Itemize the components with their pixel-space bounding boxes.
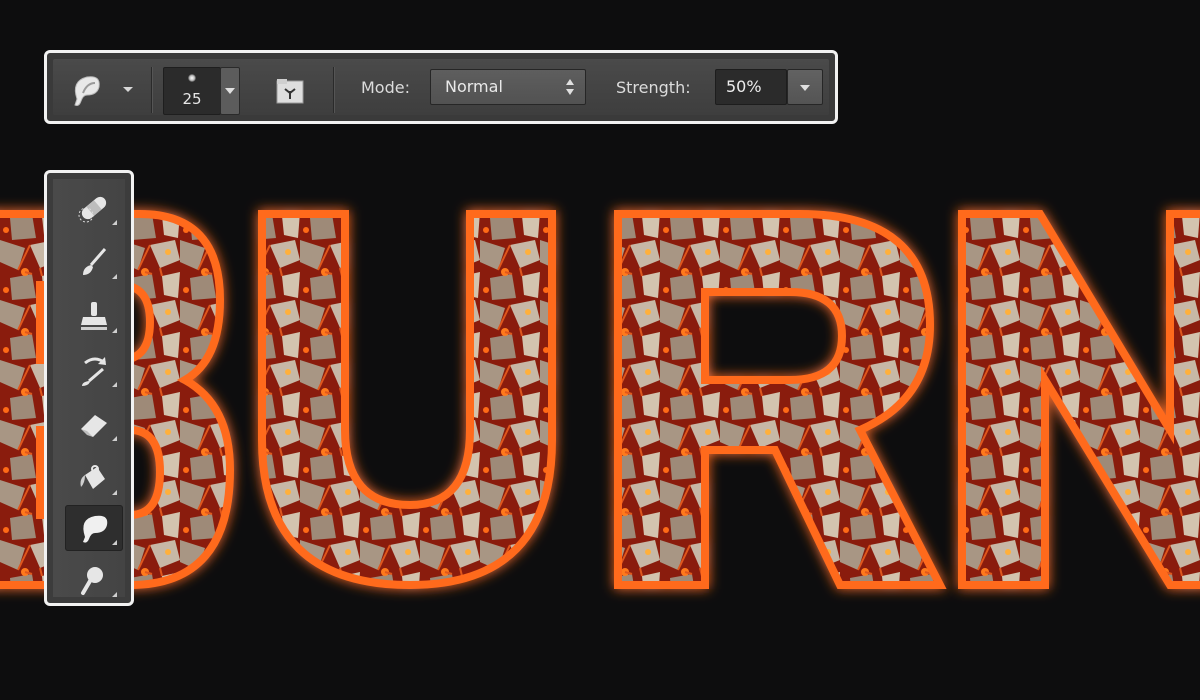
eraser-icon [81,415,107,437]
tool-eraser[interactable] [65,401,123,447]
tool-paint-bucket[interactable] [65,455,123,501]
brush-preset-picker[interactable]: 25 [163,67,221,115]
strength-input-value: 50% [726,77,762,96]
mode-select-value: Normal [445,77,503,96]
tools-panel-body [53,179,125,597]
letter-r [614,210,947,589]
tool-preset-smudge-icon[interactable] [67,71,107,109]
tool-smudge[interactable] [65,505,123,551]
bandage-icon [78,196,107,223]
history-brush-icon [82,357,106,386]
separator [333,67,334,113]
toggle-brush-panel-icon[interactable] [275,77,305,105]
tools-panel [44,170,134,606]
tool-dodge[interactable] [65,557,123,603]
flyout-indicator-icon [112,274,117,279]
mode-select[interactable]: Normal [430,69,586,105]
tool-clone-stamp[interactable] [65,293,123,339]
stamp-icon [81,302,107,330]
brush-tip-icon [188,74,196,82]
brush-preset-dropdown-button[interactable] [220,67,240,115]
strength-label: Strength: [616,78,691,97]
tool-history-brush[interactable] [65,347,123,393]
mode-label: Mode: [361,78,410,97]
strength-input[interactable]: 50% [715,69,787,105]
brush-icon [83,248,107,275]
tool-spot-healing-brush[interactable] [65,185,123,231]
bucket-icon [80,465,105,489]
letter-n [958,210,1200,589]
flyout-indicator-icon [112,382,117,387]
letter-u [258,210,556,590]
select-updown-icon [566,79,574,95]
strength-slider-button[interactable] [787,69,823,105]
flyout-indicator-icon [112,220,117,225]
options-bar-body: 25 Mode: Normal Strength: 50% [53,59,829,115]
brush-size-value: 25 [182,90,202,108]
flyout-indicator-icon [112,328,117,333]
flyout-indicator-icon [112,490,117,495]
separator [151,67,152,113]
flyout-indicator-icon [112,436,117,441]
dodge-icon [81,567,103,595]
tool-options-bar: 25 Mode: Normal Strength: 50% [44,50,838,124]
flyout-indicator-icon [112,592,117,597]
flyout-indicator-icon [112,540,117,545]
smudge-icon [83,515,108,543]
tool-preset-chevron-down-icon[interactable] [121,81,135,95]
tool-brush[interactable] [65,239,123,285]
